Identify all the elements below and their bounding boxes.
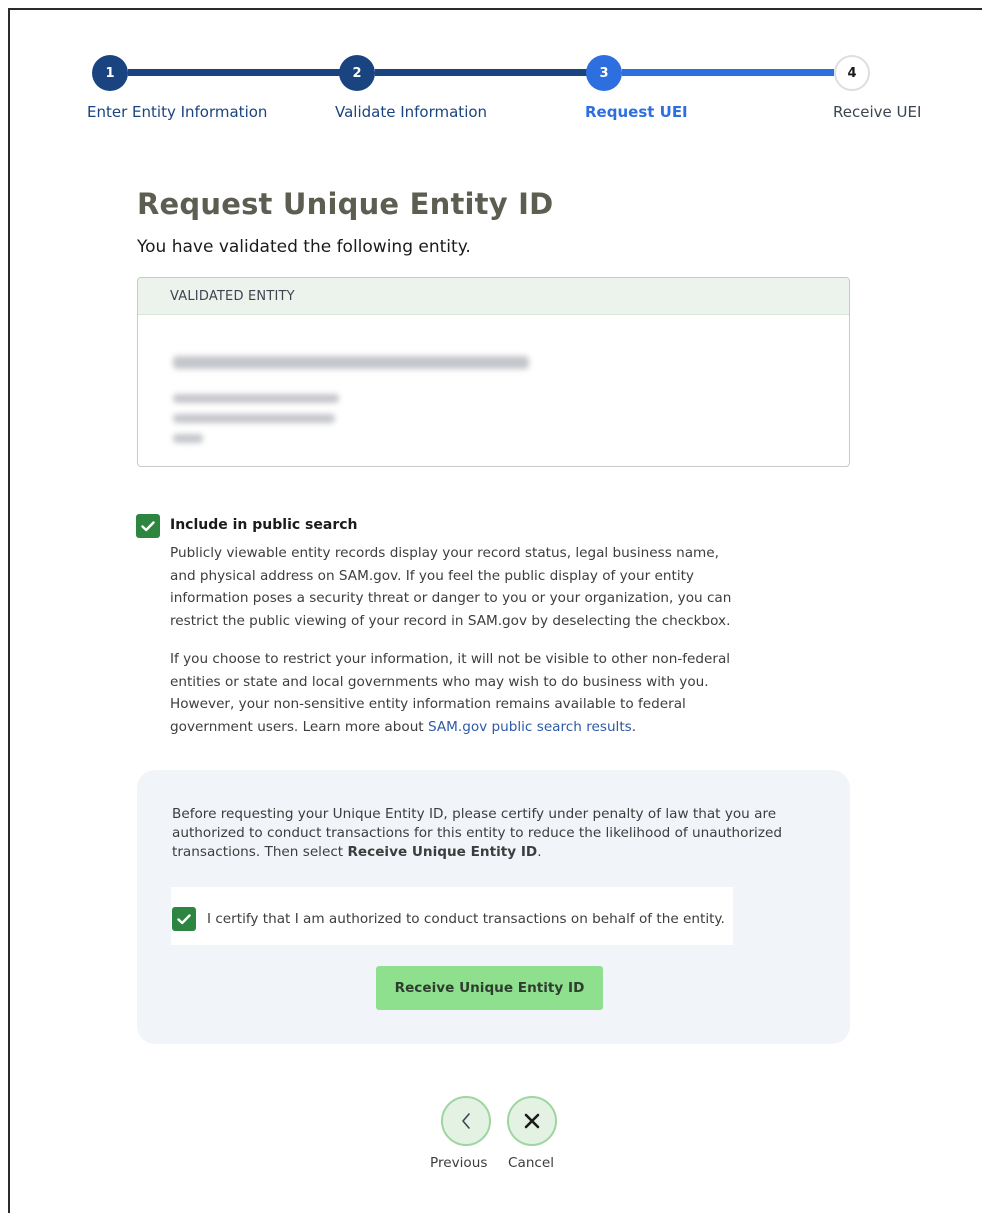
redacted-address-line-1	[173, 394, 339, 403]
step-1-label: Enter Entity Information	[87, 103, 268, 121]
page-subtitle: You have validated the following entity.	[137, 237, 471, 257]
checkmark-icon	[141, 520, 155, 531]
description-line: government users. Learn more about SAM.g…	[170, 716, 770, 739]
step-1-circle: 1	[92, 55, 128, 91]
step-connector-2-3	[375, 69, 587, 76]
cancel-button[interactable]	[507, 1096, 557, 1146]
step-connector-1-2	[128, 69, 340, 76]
public-search-checkbox[interactable]	[136, 514, 160, 538]
chevron-left-icon	[462, 1113, 470, 1129]
previous-label[interactable]: Previous	[430, 1155, 487, 1171]
progress-stepper: 1 2 3 4 Enter Entity Information Validat…	[0, 0, 982, 140]
validated-entity-header: VALIDATED ENTITY	[138, 278, 849, 315]
restrict-info-description: If you choose to restrict your informati…	[170, 648, 770, 738]
step-2-circle: 2	[339, 55, 375, 91]
instruction-line: Before requesting your Unique Entity ID,…	[172, 806, 777, 822]
instruction-text: transactions. Then select	[172, 844, 348, 860]
description-line: Publicly viewable entity records display…	[170, 545, 719, 561]
description-line: and physical address on SAM.gov. If you …	[170, 567, 694, 584]
description-line: However, your non-sensitive entity infor…	[170, 696, 686, 712]
validated-entity-card: VALIDATED ENTITY	[137, 277, 850, 467]
step-3-circle: 3	[586, 55, 622, 91]
instruction-line: authorized to conduct transactions for t…	[172, 825, 782, 841]
certification-instructions: Before requesting your Unique Entity ID,…	[172, 805, 812, 862]
receive-unique-entity-id-button[interactable]: Receive Unique Entity ID	[376, 966, 603, 1010]
step-3-label: Request UEI	[585, 103, 688, 121]
redacted-address-line-2	[173, 414, 335, 423]
description-line: If you choose to restrict your informati…	[170, 651, 731, 667]
description-line: information poses a security threat or d…	[170, 590, 732, 606]
description-text: .	[631, 718, 637, 735]
certify-checkbox[interactable]	[172, 907, 196, 931]
public-search-results-link[interactable]: SAM.gov public search results	[428, 719, 632, 735]
cancel-label[interactable]: Cancel	[508, 1155, 554, 1171]
instruction-text: .	[537, 844, 542, 860]
step-connector-3-4	[622, 69, 834, 76]
step-2-label: Validate Information	[335, 103, 488, 121]
description-line: restrict the public viewing of your reco…	[170, 612, 731, 629]
step-4-circle: 4	[834, 55, 870, 91]
description-text: government users. Learn more about	[170, 718, 428, 735]
public-search-label[interactable]: Include in public search	[170, 517, 358, 533]
page-title: Request Unique Entity ID	[137, 187, 554, 221]
description-line: entities or state and local governments …	[170, 673, 709, 690]
redacted-address-line-3	[173, 434, 203, 443]
redacted-entity-name	[173, 356, 529, 369]
certify-checkbox-label[interactable]: I certify that I am authorized to conduc…	[207, 911, 725, 927]
instruction-line: transactions. Then select Receive Unique…	[172, 843, 812, 862]
step-4-label: Receive UEI	[833, 103, 922, 121]
instruction-bold-text: Receive Unique Entity ID	[347, 844, 538, 860]
previous-button[interactable]	[441, 1096, 491, 1146]
public-search-description: Publicly viewable entity records display…	[170, 542, 770, 632]
checkmark-icon	[177, 913, 191, 924]
close-icon	[524, 1113, 540, 1129]
